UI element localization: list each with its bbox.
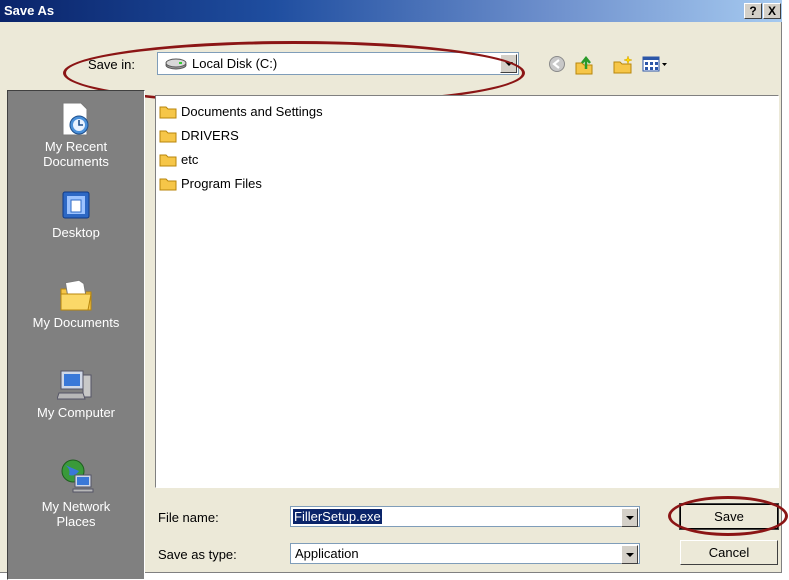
file-name-field[interactable]: FillerSetup.exe bbox=[290, 506, 640, 527]
hard-disk-icon bbox=[165, 58, 187, 73]
save-as-type-label: Save as type: bbox=[158, 547, 237, 562]
place-label-line1: My Network bbox=[41, 499, 111, 514]
save-button[interactable]: Save bbox=[679, 503, 779, 530]
my-computer-icon bbox=[57, 370, 92, 400]
file-list[interactable]: Documents and Settings DRIVERS etc Progr… bbox=[155, 95, 779, 488]
place-label-line2: Places bbox=[56, 514, 96, 529]
list-item[interactable]: Documents and Settings bbox=[159, 103, 323, 121]
folder-icon bbox=[159, 178, 177, 191]
file-name: Documents and Settings bbox=[181, 104, 323, 119]
views-menu-icon[interactable] bbox=[642, 55, 668, 76]
place-label-line1: My Computer bbox=[36, 405, 116, 420]
file-name-value[interactable]: FillerSetup.exe bbox=[293, 509, 382, 524]
chevron-down-icon[interactable] bbox=[500, 54, 517, 73]
close-button[interactable]: X bbox=[763, 3, 781, 19]
place-label-line1: Desktop bbox=[52, 225, 100, 240]
save-in-value: Local Disk (C:) bbox=[192, 56, 278, 71]
place-label-line1: My Recent bbox=[44, 139, 108, 154]
place-label-line1: My Documents bbox=[32, 315, 120, 330]
my-documents-icon bbox=[60, 279, 92, 311]
file-name: etc bbox=[181, 152, 199, 167]
help-button[interactable]: ? bbox=[744, 3, 762, 19]
list-item[interactable]: etc bbox=[159, 151, 198, 169]
folder-icon bbox=[159, 106, 177, 119]
new-folder-icon[interactable] bbox=[612, 55, 634, 78]
place-my-network-places[interactable]: My Network Places bbox=[8, 457, 144, 529]
file-name-label: File name: bbox=[158, 510, 219, 525]
network-places-icon bbox=[61, 459, 94, 493]
title-bar[interactable]: Save As ? X bbox=[0, 0, 782, 22]
save-as-dialog: Save As ? X Save in: Local Disk (C:) My … bbox=[0, 0, 788, 580]
folder-icon bbox=[159, 154, 177, 167]
place-my-recent-documents[interactable]: My Recent Documents bbox=[8, 101, 144, 169]
recent-documents-icon bbox=[62, 102, 89, 136]
up-folder-icon[interactable] bbox=[573, 55, 595, 78]
back-icon[interactable] bbox=[548, 55, 566, 76]
list-item[interactable]: Program Files bbox=[159, 175, 262, 193]
save-as-type-value: Application bbox=[295, 546, 359, 561]
save-as-type-dropdown[interactable]: Application bbox=[290, 543, 640, 564]
places-bar: My Recent Documents Desktop My Documents bbox=[7, 90, 145, 580]
chevron-down-icon[interactable] bbox=[621, 508, 638, 527]
file-name: Program Files bbox=[181, 176, 262, 191]
chevron-down-icon[interactable] bbox=[621, 545, 638, 564]
save-in-label: Save in: bbox=[88, 57, 135, 72]
window-title: Save As bbox=[4, 3, 55, 18]
place-desktop[interactable]: Desktop bbox=[8, 189, 144, 240]
file-name: DRIVERS bbox=[181, 128, 239, 143]
desktop-icon bbox=[62, 191, 90, 219]
folder-icon bbox=[159, 130, 177, 143]
place-label-line2: Documents bbox=[43, 154, 109, 169]
list-item[interactable]: DRIVERS bbox=[159, 127, 239, 145]
save-in-dropdown[interactable]: Local Disk (C:) bbox=[157, 52, 519, 75]
cancel-button[interactable]: Cancel bbox=[680, 540, 778, 565]
place-my-computer[interactable]: My Computer bbox=[8, 367, 144, 420]
place-my-documents[interactable]: My Documents bbox=[8, 277, 144, 330]
